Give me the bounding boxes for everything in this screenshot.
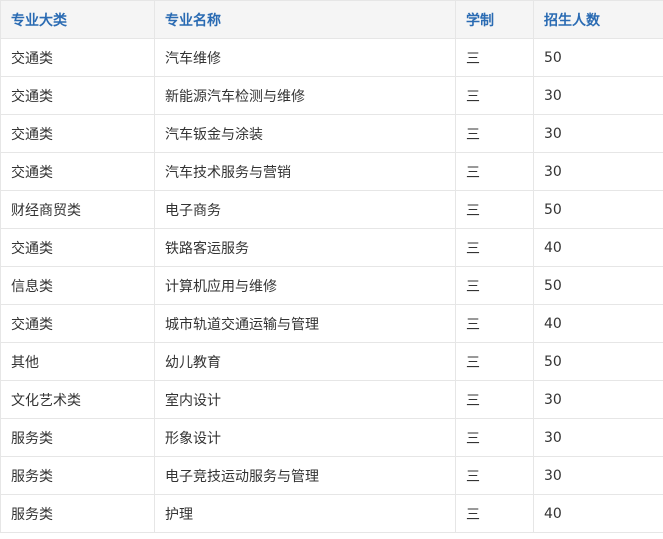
cell-major-name: 电子竞技运动服务与管理 xyxy=(154,456,456,495)
table-row: 交通类 汽车钣金与涂装 三 30 xyxy=(0,114,663,153)
table-row: 服务类 护理 三 40 xyxy=(0,494,663,533)
cell-enrollment: 50 xyxy=(533,38,663,77)
table-header: 专业大类 专业名称 学制 招生人数 xyxy=(0,0,663,39)
table-body: 交通类 汽车维修 三 50 交通类 新能源汽车检测与维修 三 30 交通类 汽车… xyxy=(0,38,663,533)
cell-duration: 三 xyxy=(455,152,534,191)
cell-enrollment: 40 xyxy=(533,304,663,343)
cell-duration: 三 xyxy=(455,456,534,495)
cell-duration: 三 xyxy=(455,494,534,533)
cell-duration: 三 xyxy=(455,190,534,229)
cell-enrollment: 30 xyxy=(533,380,663,419)
table-row: 财经商贸类 电子商务 三 50 xyxy=(0,190,663,229)
cell-duration: 三 xyxy=(455,380,534,419)
enrollment-table: 专业大类 专业名称 学制 招生人数 交通类 汽车维修 三 50 交通类 新能源汽… xyxy=(0,0,663,533)
cell-enrollment: 30 xyxy=(533,456,663,495)
table-row: 文化艺术类 室内设计 三 30 xyxy=(0,380,663,419)
cell-major-category: 交通类 xyxy=(0,38,155,77)
cell-major-category: 其他 xyxy=(0,342,155,381)
cell-major-name: 护理 xyxy=(154,494,456,533)
header-major-name: 专业名称 xyxy=(154,0,456,39)
cell-duration: 三 xyxy=(455,228,534,267)
table-row: 交通类 铁路客运服务 三 40 xyxy=(0,228,663,267)
header-enrollment: 招生人数 xyxy=(533,0,663,39)
cell-enrollment: 30 xyxy=(533,76,663,115)
table-row: 交通类 城市轨道交通运输与管理 三 40 xyxy=(0,304,663,343)
cell-duration: 三 xyxy=(455,342,534,381)
cell-duration: 三 xyxy=(455,38,534,77)
cell-major-name: 城市轨道交通运输与管理 xyxy=(154,304,456,343)
cell-enrollment: 40 xyxy=(533,494,663,533)
cell-major-name: 电子商务 xyxy=(154,190,456,229)
table-row: 服务类 形象设计 三 30 xyxy=(0,418,663,457)
cell-major-category: 交通类 xyxy=(0,76,155,115)
cell-major-name: 形象设计 xyxy=(154,418,456,457)
cell-major-category: 文化艺术类 xyxy=(0,380,155,419)
cell-major-name: 汽车维修 xyxy=(154,38,456,77)
cell-major-name: 幼儿教育 xyxy=(154,342,456,381)
cell-enrollment: 50 xyxy=(533,266,663,305)
cell-major-name: 室内设计 xyxy=(154,380,456,419)
cell-enrollment: 30 xyxy=(533,152,663,191)
cell-major-name: 计算机应用与维修 xyxy=(154,266,456,305)
cell-major-name: 铁路客运服务 xyxy=(154,228,456,267)
cell-enrollment: 30 xyxy=(533,418,663,457)
header-row: 专业大类 专业名称 学制 招生人数 xyxy=(0,0,663,39)
cell-major-category: 信息类 xyxy=(0,266,155,305)
cell-enrollment: 50 xyxy=(533,190,663,229)
header-major-category: 专业大类 xyxy=(0,0,155,39)
header-duration: 学制 xyxy=(455,0,534,39)
cell-major-category: 交通类 xyxy=(0,114,155,153)
cell-duration: 三 xyxy=(455,114,534,153)
table-row: 信息类 计算机应用与维修 三 50 xyxy=(0,266,663,305)
table-row: 服务类 电子竞技运动服务与管理 三 30 xyxy=(0,456,663,495)
table-row: 交通类 汽车技术服务与营销 三 30 xyxy=(0,152,663,191)
cell-major-category: 服务类 xyxy=(0,456,155,495)
cell-duration: 三 xyxy=(455,304,534,343)
cell-major-name: 汽车钣金与涂装 xyxy=(154,114,456,153)
cell-duration: 三 xyxy=(455,266,534,305)
cell-enrollment: 50 xyxy=(533,342,663,381)
cell-major-name: 汽车技术服务与营销 xyxy=(154,152,456,191)
table-row: 其他 幼儿教育 三 50 xyxy=(0,342,663,381)
cell-major-category: 交通类 xyxy=(0,152,155,191)
table-row: 交通类 新能源汽车检测与维修 三 30 xyxy=(0,76,663,115)
cell-duration: 三 xyxy=(455,418,534,457)
cell-enrollment: 30 xyxy=(533,114,663,153)
cell-major-name: 新能源汽车检测与维修 xyxy=(154,76,456,115)
cell-major-category: 服务类 xyxy=(0,418,155,457)
cell-major-category: 交通类 xyxy=(0,228,155,267)
cell-major-category: 服务类 xyxy=(0,494,155,533)
cell-major-category: 交通类 xyxy=(0,304,155,343)
table-row: 交通类 汽车维修 三 50 xyxy=(0,38,663,77)
cell-enrollment: 40 xyxy=(533,228,663,267)
cell-duration: 三 xyxy=(455,76,534,115)
cell-major-category: 财经商贸类 xyxy=(0,190,155,229)
